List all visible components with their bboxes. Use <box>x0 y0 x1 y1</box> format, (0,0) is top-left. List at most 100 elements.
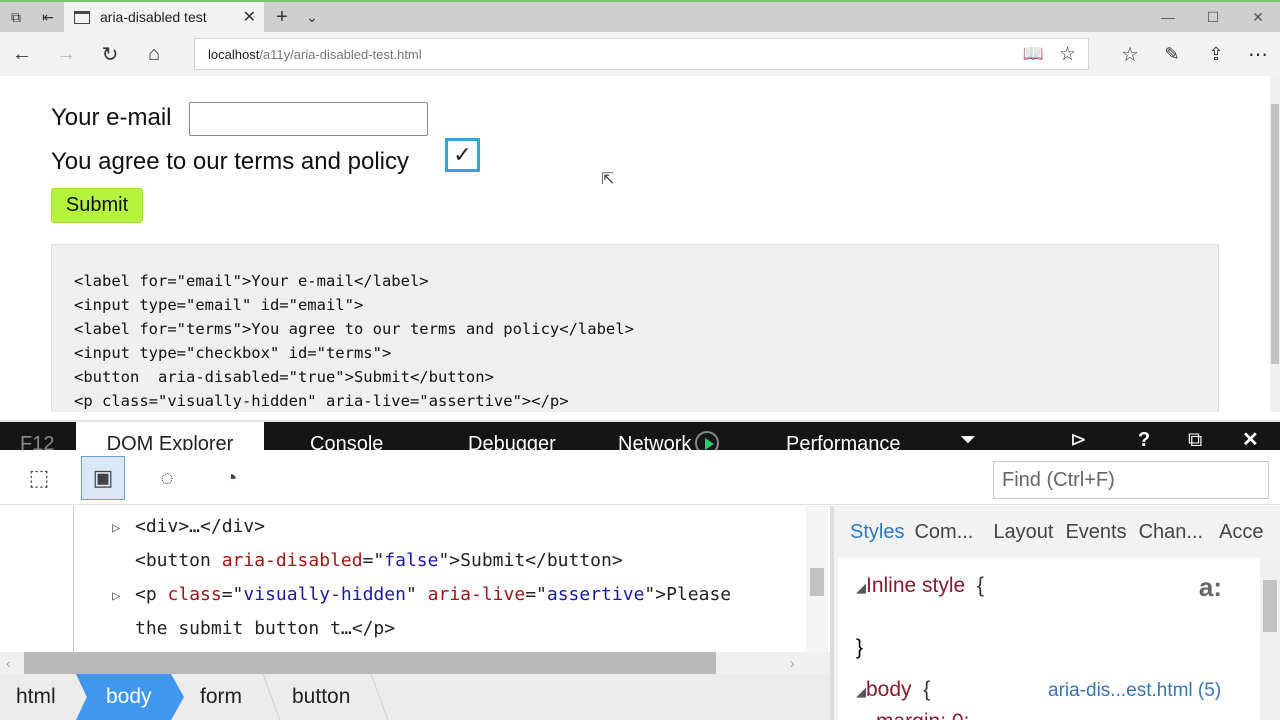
styles-scrollbar-thumb[interactable] <box>1263 580 1277 632</box>
rule-selector: Inline style <box>866 574 966 597</box>
tab-preview-icon[interactable]: ⌄ <box>296 2 328 32</box>
url-host: localhost <box>208 46 260 62</box>
rule-inline-style[interactable]: ◢Inline style { <box>856 574 984 598</box>
expand-triangle-icon[interactable]: ▷ <box>112 588 135 604</box>
styles-scrollbar[interactable] <box>1260 558 1280 720</box>
dom-node-line[interactable]: ▷ <div>…</div> <box>112 516 265 537</box>
dom-hscroll-thumb[interactable] <box>24 652 716 674</box>
navigation-bar: ← → ↻ ⌂ localhost/a11y/aria-disabled-tes… <box>0 32 1280 76</box>
rule-open-brace: { <box>923 678 931 701</box>
code-line: <label for="email">Your e-mail</label> <box>74 272 429 290</box>
markup-text: <div>…</div> <box>135 516 266 537</box>
dom-gutter <box>0 506 74 654</box>
help-icon[interactable]: ? <box>1138 422 1150 452</box>
tab-performance[interactable]: Performance <box>786 422 901 452</box>
console-toggle-icon[interactable]: ⊳ <box>1070 422 1087 452</box>
markup-text: =" <box>221 584 244 605</box>
breadcrumb-body[interactable]: body <box>76 674 184 720</box>
minimize-icon[interactable]: — <box>1145 2 1191 32</box>
refresh-icon[interactable]: ↻ <box>88 32 132 76</box>
tab-console[interactable]: Console <box>310 422 383 452</box>
attribute-name: aria-disabled <box>221 550 363 571</box>
refresh-dom-icon[interactable]: ◔ <box>209 456 253 500</box>
breadcrumb-form[interactable]: form <box>200 674 242 720</box>
dom-vertical-scrollbar[interactable] <box>806 506 828 654</box>
breadcrumb: html body form button <box>0 674 830 720</box>
share-icon[interactable]: ⇪ <box>1194 32 1238 76</box>
address-bar[interactable]: localhost/a11y/aria-disabled-test.html 📖… <box>194 38 1089 70</box>
tab-network[interactable]: Network <box>618 422 720 452</box>
tab-bar: ⧉ ⇤ aria-disabled test ✕ + ⌄ — ☐ ✕ <box>0 2 1280 32</box>
pseudo-class-toggle[interactable]: a: <box>1199 572 1222 603</box>
back-icon[interactable]: ← <box>0 32 44 76</box>
tab-events[interactable]: Events <box>1065 521 1126 544</box>
color-picker-icon[interactable]: ◌ <box>145 456 189 500</box>
maximize-icon[interactable]: ☐ <box>1190 2 1236 32</box>
tab-layout[interactable]: Layout <box>993 521 1053 544</box>
breadcrumb-separator <box>249 674 281 720</box>
submit-button[interactable]: Submit <box>51 188 143 223</box>
highlight-element-icon[interactable]: ▣ <box>81 456 125 500</box>
new-tab-icon[interactable]: + <box>266 2 298 32</box>
close-window-icon[interactable]: ✕ <box>1235 2 1280 32</box>
undock-icon[interactable]: ⧉ <box>1188 422 1202 452</box>
forward-icon[interactable]: → <box>44 32 88 76</box>
page-scrollbar[interactable] <box>1270 76 1280 412</box>
tab-dom-explorer[interactable]: DOM Explorer <box>76 422 264 452</box>
breadcrumb-separator <box>357 674 389 720</box>
more-icon[interactable]: ⋯ <box>1236 32 1280 76</box>
breadcrumb-html[interactable]: html <box>16 674 56 720</box>
rule-body[interactable]: ◢body { <box>856 678 930 702</box>
dom-horizontal-scrollbar[interactable]: ‹ › <box>0 652 830 674</box>
rule-source-link[interactable]: aria-dis...est.html (5) <box>1048 680 1221 702</box>
email-input[interactable] <box>189 102 428 136</box>
scroll-left-icon[interactable]: ‹ <box>6 652 11 674</box>
dom-node-line[interactable]: the submit button t…</p> <box>135 618 395 639</box>
tab-styles[interactable]: Styles <box>850 521 904 544</box>
tab-computed[interactable]: Com... <box>914 521 973 544</box>
dom-toolbar: ⬚ ▣ ◌ ◔ Find (Ctrl+F) <box>0 450 1280 505</box>
code-sample: <label for="email">Your e-mail</label> <… <box>51 244 1219 412</box>
checkmark-icon: ✓ <box>453 142 472 167</box>
attribute-value: visually-hidden <box>243 584 406 605</box>
styles-rules: ◢Inline style { a: } ◢body { aria-dis...… <box>838 558 1262 720</box>
breadcrumb-button[interactable]: button <box>292 674 350 720</box>
web-note-icon[interactable]: ✎ <box>1150 32 1194 76</box>
markup-text: " <box>405 584 428 605</box>
scroll-right-icon[interactable]: › <box>790 652 795 674</box>
url-path: /a11y/aria-disabled-test.html <box>259 46 422 62</box>
home-icon[interactable]: ⌂ <box>132 32 176 76</box>
select-element-icon[interactable]: ⬚ <box>17 456 61 500</box>
expand-triangle-icon[interactable]: ▷ <box>112 520 135 536</box>
f12-label: F12 <box>20 433 55 452</box>
close-tab-icon[interactable]: ✕ <box>243 7 256 27</box>
favorites-hub-icon[interactable]: ☆ <box>1108 32 1152 76</box>
reading-view-icon[interactable]: 📖 <box>1023 44 1044 64</box>
code-line: <label for="terms">You agree to our term… <box>74 320 634 338</box>
tab-title: aria-disabled test <box>100 9 207 25</box>
browser-tab[interactable]: aria-disabled test ✕ <box>64 2 264 32</box>
page-scrollbar-thumb[interactable] <box>1271 104 1279 364</box>
dom-node-line[interactable]: <button aria-disabled="false">Submit</bu… <box>135 550 623 571</box>
tab-changes[interactable]: Chan... <box>1139 521 1203 544</box>
collapse-triangle-icon[interactable]: ◢ <box>856 684 866 699</box>
collapse-triangle-icon[interactable]: ◢ <box>856 580 866 595</box>
find-input[interactable]: Find (Ctrl+F) <box>993 461 1269 499</box>
devtools-tab-bar: F12 DOM Explorer Console Debugger Networ… <box>0 420 1280 452</box>
tab-debugger[interactable]: Debugger <box>468 422 556 452</box>
attribute-value: assertive <box>546 584 645 605</box>
dom-node-line[interactable]: ▷ <p class="visually-hidden" aria-live="a… <box>112 584 731 605</box>
tab-accessibility[interactable]: Acce <box>1219 521 1263 544</box>
markup-text: =" <box>362 550 385 571</box>
more-tabs-icon[interactable]: ⏷ <box>960 422 976 452</box>
rule-open-brace: { <box>976 574 984 597</box>
tab-actions-icon[interactable]: ⧉ <box>0 2 32 32</box>
attribute-name: aria-live <box>427 584 526 605</box>
favorite-star-icon[interactable]: ☆ <box>1059 43 1076 66</box>
close-devtools-icon[interactable]: ✕ <box>1242 422 1259 452</box>
set-aside-tabs-icon[interactable]: ⇤ <box>32 2 64 32</box>
page-content: Your e-mail You agree to our terms and p… <box>0 76 1270 412</box>
terms-checkbox[interactable]: ✓ <box>445 138 480 172</box>
dom-scrollbar-thumb[interactable] <box>810 568 824 596</box>
page-icon <box>74 10 90 24</box>
